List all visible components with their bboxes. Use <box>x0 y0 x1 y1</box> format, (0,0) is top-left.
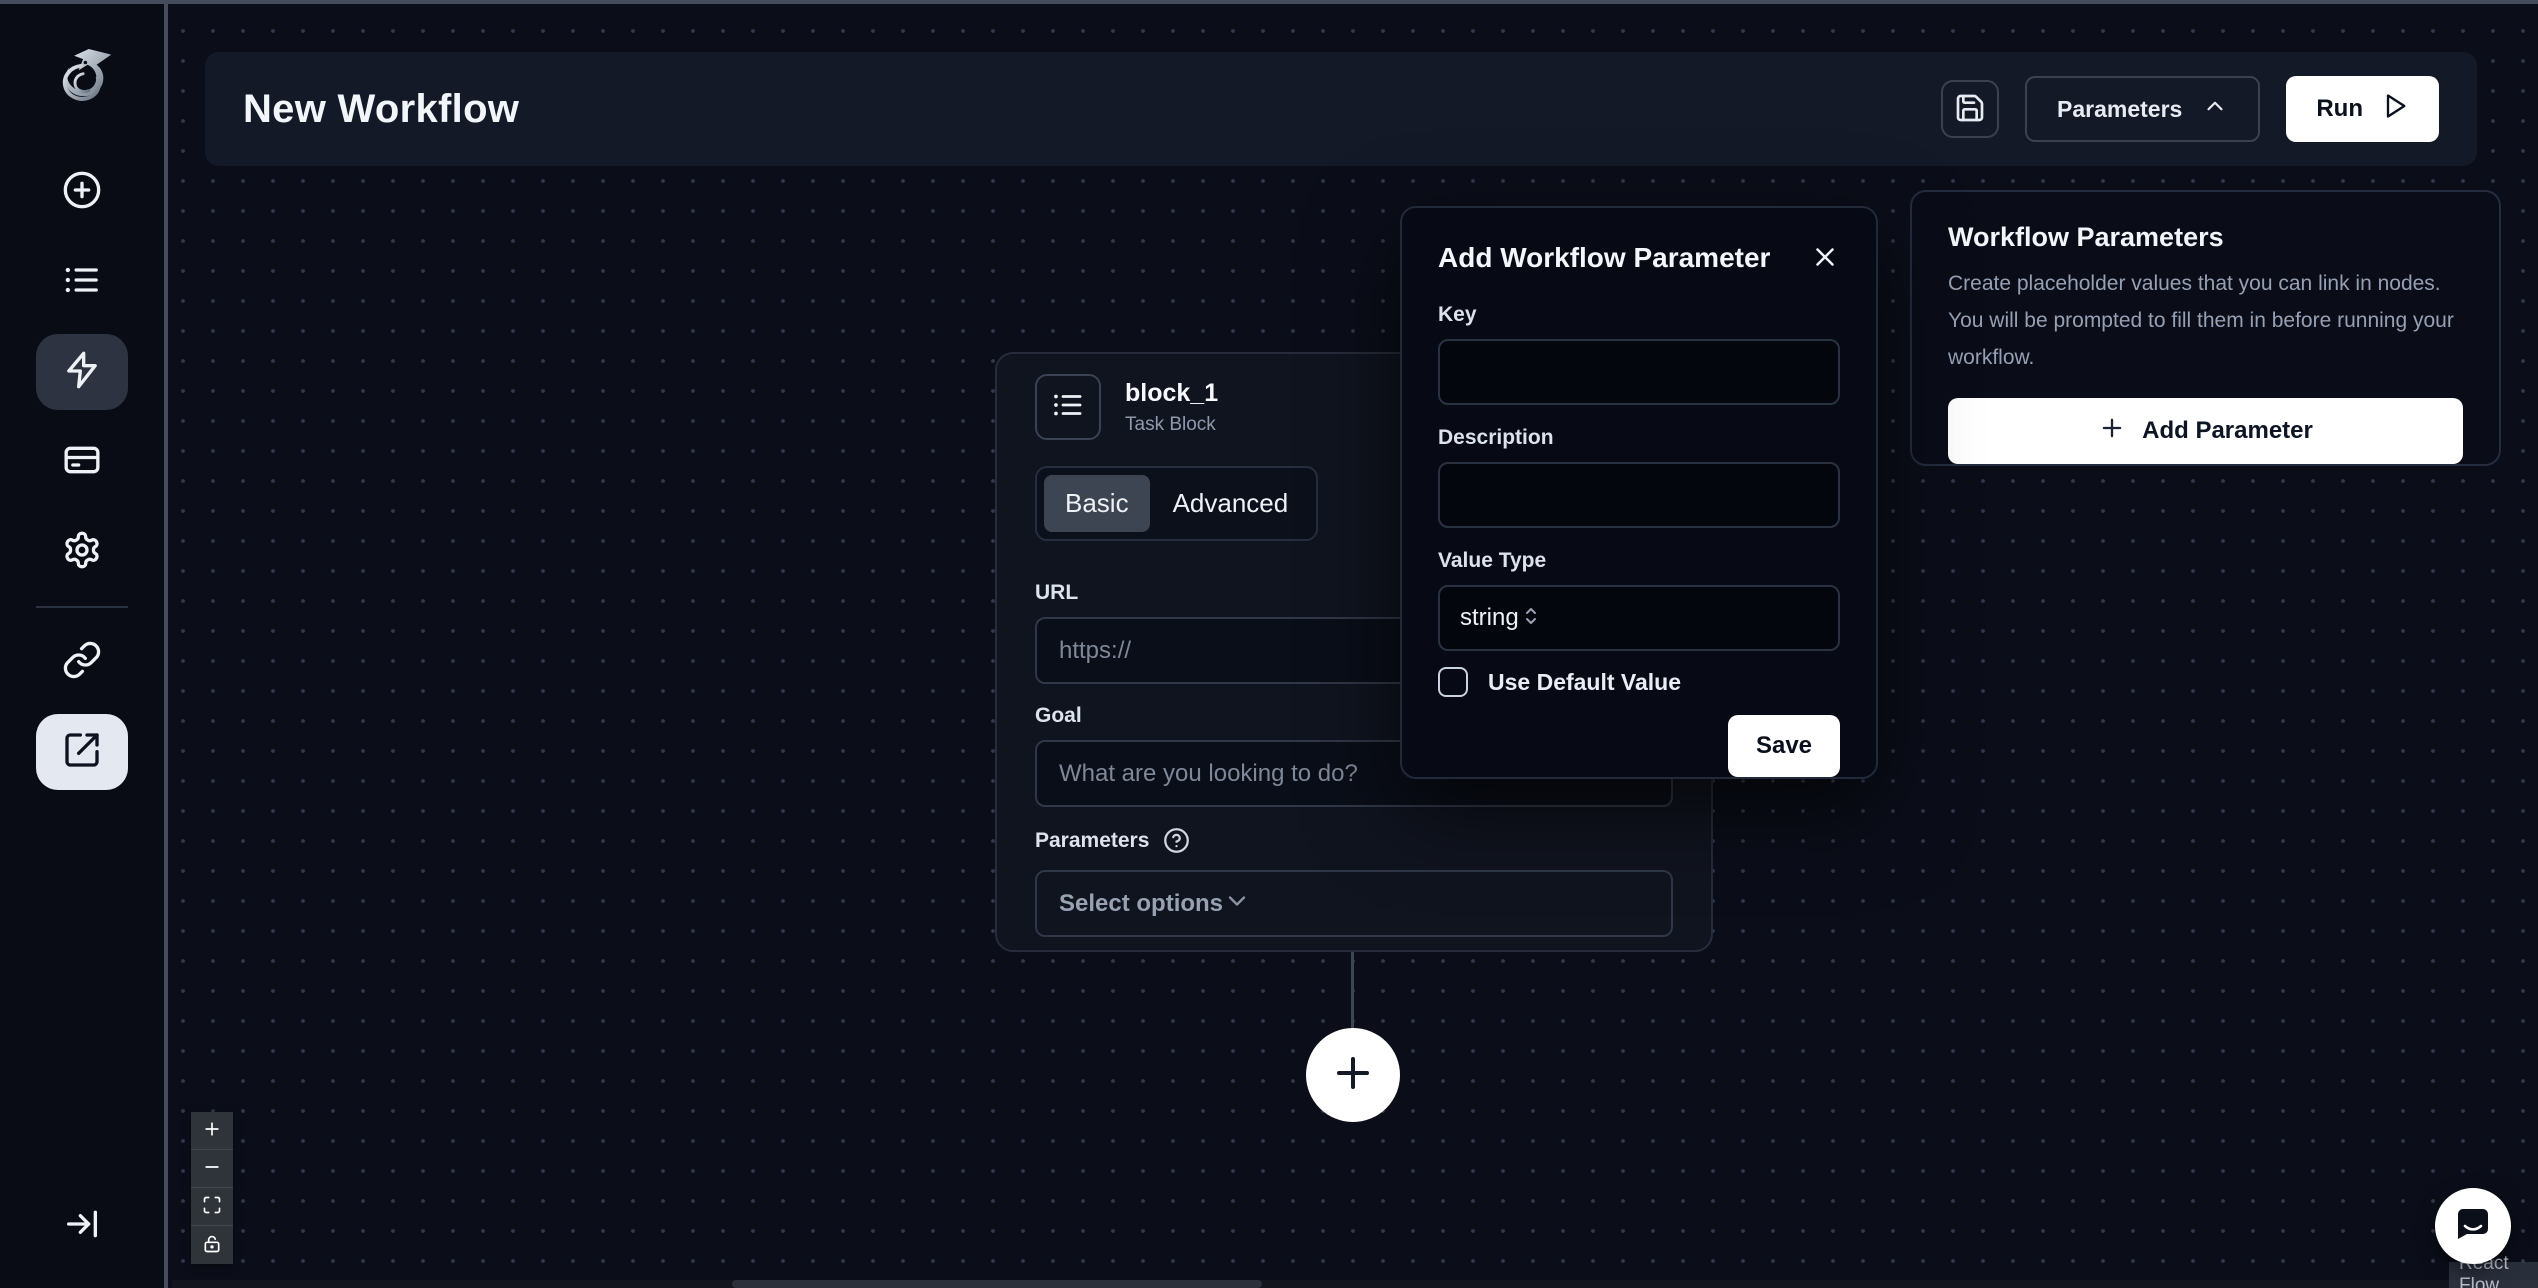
add-block-button[interactable] <box>1306 1028 1400 1122</box>
plus-icon <box>2098 414 2126 449</box>
sidebar-collapse-button[interactable] <box>36 1188 128 1264</box>
external-link-icon <box>62 730 102 775</box>
use-default-label: Use Default Value <box>1488 669 1681 696</box>
floppy-disk-icon <box>1954 92 1986 127</box>
value-type-select[interactable]: string <box>1438 585 1840 651</box>
block-name: block_1 <box>1125 379 1218 408</box>
link-icon <box>62 640 102 685</box>
zoom-out-icon <box>202 1157 222 1180</box>
chevron-down-icon <box>1223 887 1251 920</box>
block-parameters-select[interactable]: Select options <box>1035 870 1673 937</box>
modal-title: Add Workflow Parameter <box>1438 242 1770 274</box>
description-label: Description <box>1438 426 1840 450</box>
chevron-up-icon <box>2202 93 2228 125</box>
lock-toggle-button[interactable] <box>191 1226 233 1264</box>
skyvern-dragon-logo[interactable] <box>46 38 118 114</box>
select-placeholder: Select options <box>1059 890 1223 918</box>
plus-circle-icon <box>62 170 102 215</box>
block-type-label: Task Block <box>1125 414 1218 436</box>
sidebar-divider <box>36 606 128 608</box>
fit-view-button[interactable] <box>191 1188 233 1226</box>
sidebar-item-workflows[interactable] <box>36 714 128 790</box>
use-default-checkbox[interactable] <box>1438 667 1468 697</box>
sidebar <box>0 4 168 1288</box>
lock-icon <box>202 1234 222 1257</box>
add-parameter-modal: Add Workflow Parameter Key Description V… <box>1400 206 1878 779</box>
sidebar-item-settings[interactable] <box>36 514 128 590</box>
key-label: Key <box>1438 303 1840 327</box>
zoom-in-icon <box>202 1119 222 1142</box>
help-circle-icon[interactable] <box>1163 827 1190 854</box>
play-icon <box>2381 92 2409 127</box>
modal-close-button[interactable] <box>1810 242 1840 277</box>
zoom-in-button[interactable] <box>191 1112 233 1150</box>
tab-advanced[interactable]: Advanced <box>1152 475 1310 532</box>
block-icon-box <box>1035 374 1101 440</box>
sidebar-item-create[interactable] <box>36 154 128 230</box>
sidebar-item-runs[interactable] <box>36 244 128 320</box>
add-parameter-label: Add Parameter <box>2142 417 2313 445</box>
panel-title: Workflow Parameters <box>1948 222 2463 253</box>
scrollbar-thumb[interactable] <box>732 1280 1262 1288</box>
sidebar-item-integrations[interactable] <box>36 624 128 700</box>
horizontal-scrollbar[interactable] <box>172 1280 2538 1288</box>
value-type-selected: string <box>1460 604 1519 632</box>
sidebar-item-tasks[interactable] <box>36 334 128 410</box>
parameters-button-label: Parameters <box>2057 96 2182 123</box>
tab-basic[interactable]: Basic <box>1044 475 1150 532</box>
key-input[interactable] <box>1438 339 1840 405</box>
description-input[interactable] <box>1438 462 1840 528</box>
workflow-parameters-panel: Workflow Parameters Create placeholder v… <box>1910 190 2501 466</box>
chat-launcher-button[interactable] <box>2435 1188 2511 1264</box>
edge-connector <box>1351 952 1354 1030</box>
parameters-label: Parameters <box>1035 829 1149 853</box>
chevrons-up-down-icon <box>1519 604 1543 633</box>
parameters-toggle-button[interactable]: Parameters <box>2025 76 2260 142</box>
react-flow-attribution[interactable]: React Flow <box>2449 1262 2538 1288</box>
credit-card-icon <box>62 440 102 485</box>
value-type-label: Value Type <box>1438 549 1840 573</box>
gear-icon <box>62 530 102 575</box>
block-tabs: Basic Advanced <box>1035 466 1318 541</box>
sidebar-item-billing[interactable] <box>36 424 128 500</box>
page-title: New Workflow <box>243 87 519 132</box>
lightning-icon <box>62 350 102 395</box>
panel-description: Create placeholder values that you can l… <box>1948 265 2463 376</box>
fit-view-icon <box>202 1195 222 1218</box>
list-icon <box>62 260 102 305</box>
add-parameter-button[interactable]: Add Parameter <box>1948 398 2463 464</box>
plus-icon <box>1329 1049 1377 1102</box>
list-icon <box>1051 388 1085 427</box>
arrow-right-to-line-icon <box>62 1204 102 1249</box>
flow-controls <box>191 1112 233 1264</box>
chat-bubble-icon <box>2451 1202 2495 1251</box>
run-workflow-button[interactable]: Run <box>2286 76 2439 142</box>
close-icon <box>1810 259 1840 276</box>
workflow-header: New Workflow Parameters Run <box>205 52 2477 166</box>
zoom-out-button[interactable] <box>191 1150 233 1188</box>
run-button-label: Run <box>2316 95 2363 123</box>
app-root: New Workflow Parameters Run <box>0 0 2538 1288</box>
save-workflow-button[interactable] <box>1941 80 1999 138</box>
save-button[interactable]: Save <box>1728 715 1840 777</box>
flow-canvas[interactable]: New Workflow Parameters Run <box>172 4 2538 1288</box>
